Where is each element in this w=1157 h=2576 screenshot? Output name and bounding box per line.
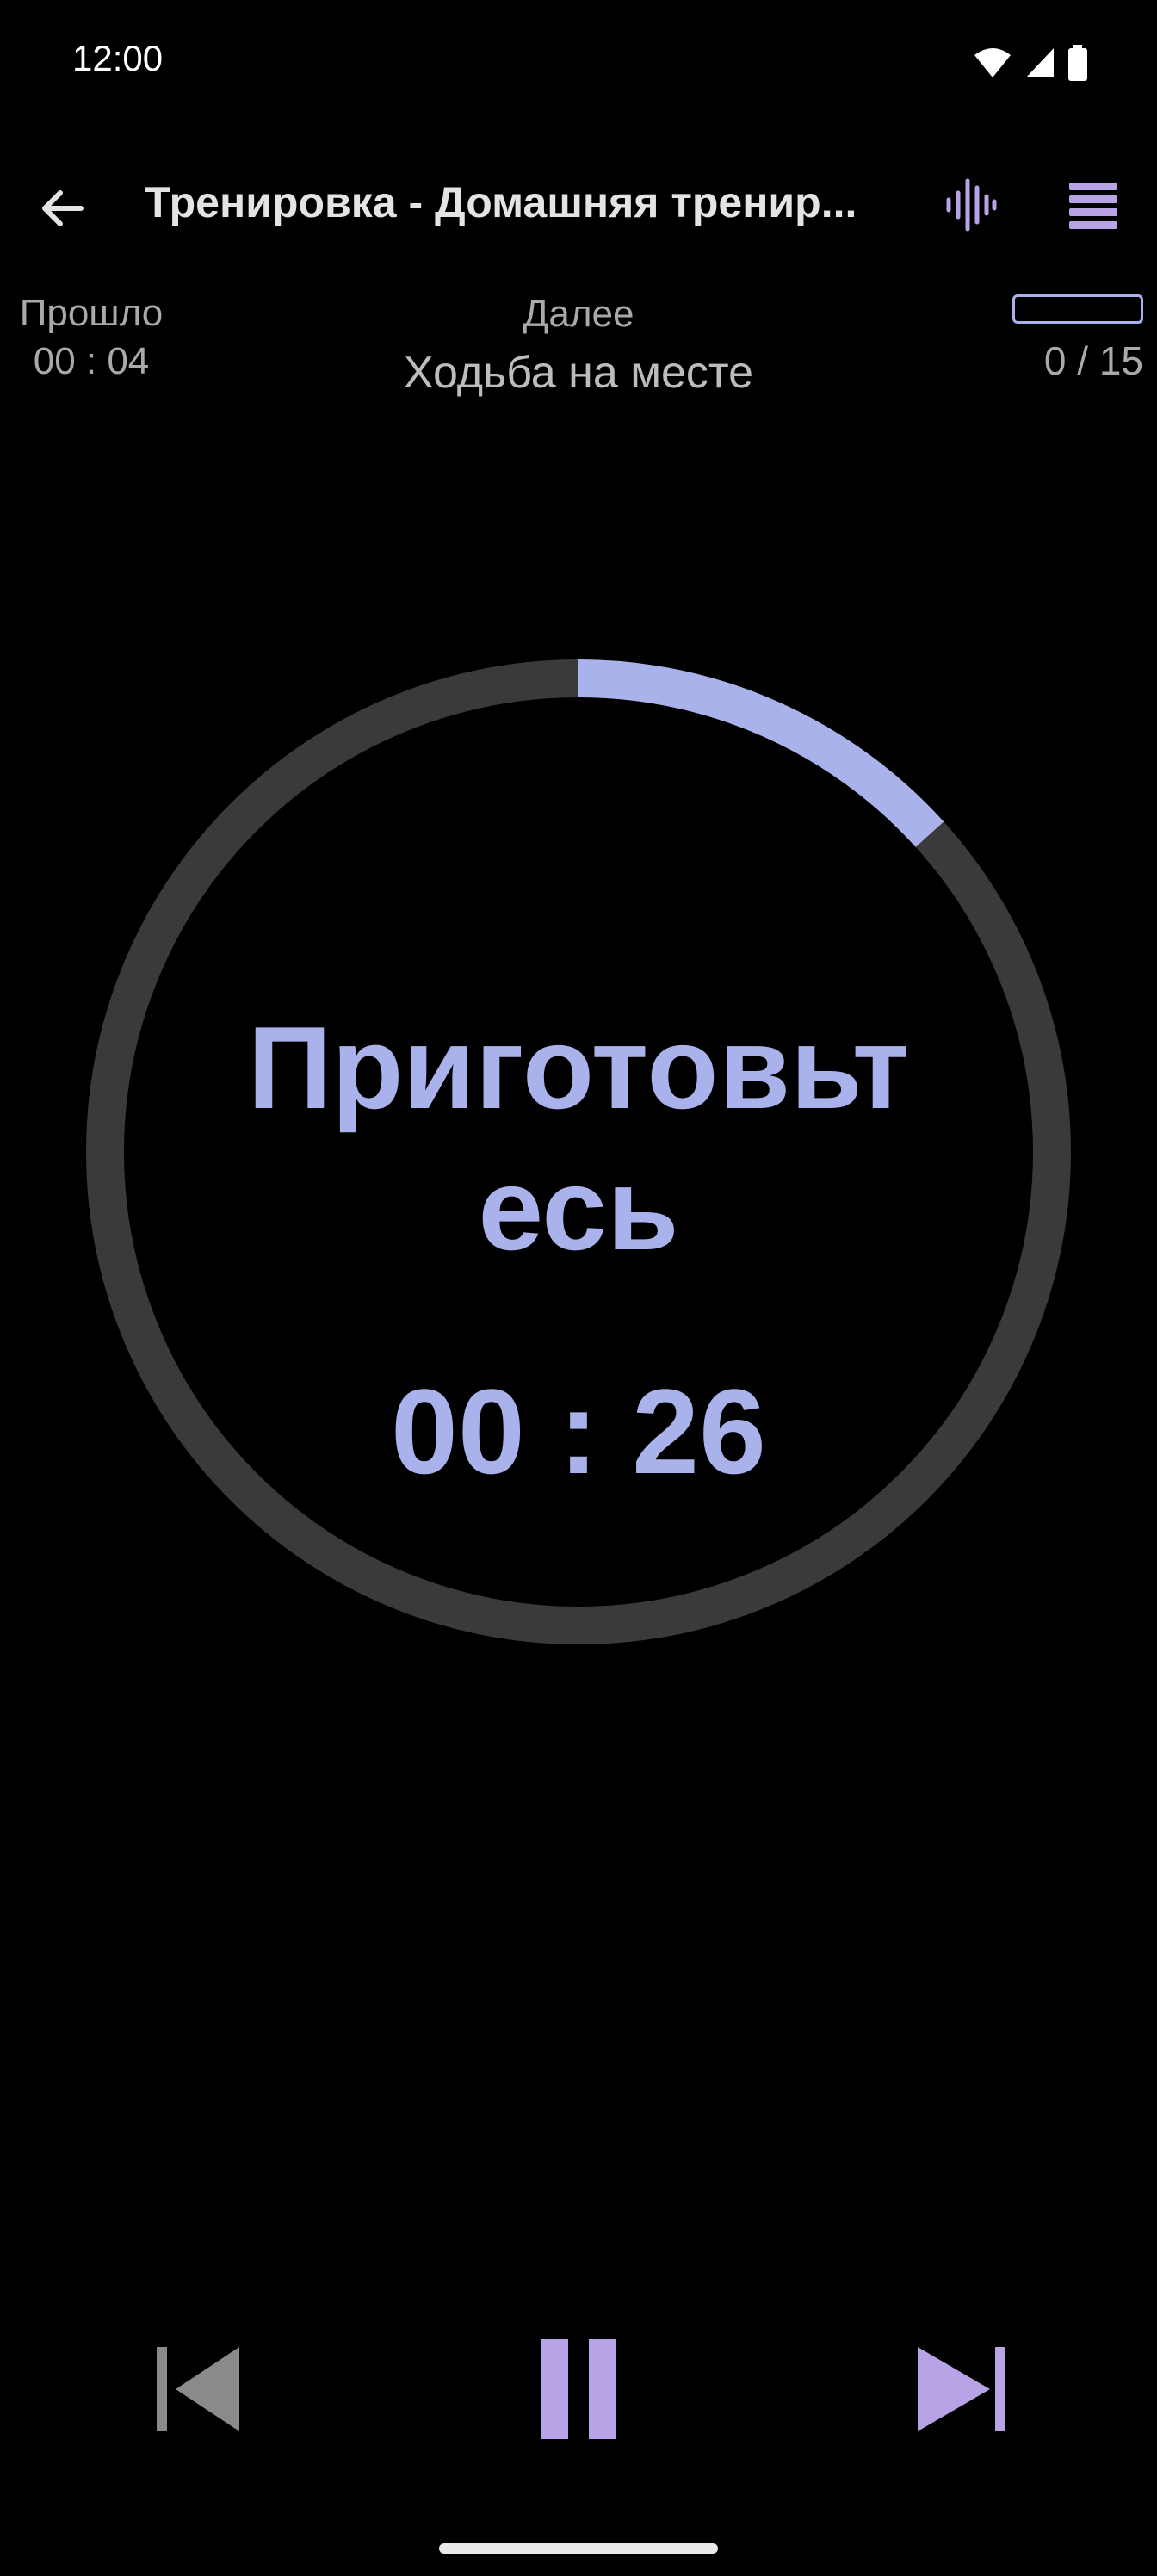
back-arrow-icon	[42, 190, 84, 226]
next-exercise-name: Ходьба на месте	[403, 348, 754, 398]
battery-icon	[1068, 45, 1087, 81]
pause-icon	[541, 2339, 616, 2439]
phase-label-line2: есь	[478, 1143, 679, 1274]
voice-button[interactable]	[938, 172, 1004, 238]
elapsed-time: Прошло 00 : 04	[0, 289, 183, 386]
workout-progress-bar	[1012, 294, 1143, 324]
wifi-icon	[974, 48, 1011, 77]
skip-next-icon	[918, 2347, 1005, 2431]
phase-label: Приготовьт есь	[191, 997, 966, 1279]
signal-icon	[1026, 48, 1054, 77]
previous-button[interactable]	[138, 2333, 250, 2445]
ring-progress	[578, 659, 944, 847]
status-time: 12:00	[72, 38, 164, 78]
elapsed-value: 00 : 04	[33, 340, 150, 382]
next-label: Далее	[523, 293, 634, 335]
countdown-timer: 00 : 26	[391, 1364, 766, 1499]
phase-label-line1: Приготовьт	[247, 1002, 910, 1133]
voice-waveform-icon	[946, 178, 997, 232]
next-exercise-panel: Далее Ходьба на месте	[320, 289, 837, 406]
next-button[interactable]	[907, 2333, 1019, 2445]
app-bar: Тренировка - Домашняя тренир...	[0, 155, 1157, 250]
page-title: Тренировка - Домашняя тренир...	[145, 178, 857, 226]
elapsed-label: Прошло	[19, 292, 164, 334]
menu-list-icon	[1069, 183, 1117, 229]
menu-button[interactable]	[1057, 172, 1129, 238]
pause-button[interactable]	[523, 2333, 634, 2445]
status-bar: 12:00	[0, 0, 1157, 129]
back-button[interactable]	[26, 172, 98, 245]
home-indicator[interactable]	[439, 2543, 718, 2554]
workout-progress-count: 0 / 15	[1043, 338, 1143, 383]
skip-previous-icon	[157, 2347, 239, 2431]
status-icons	[973, 45, 1088, 81]
